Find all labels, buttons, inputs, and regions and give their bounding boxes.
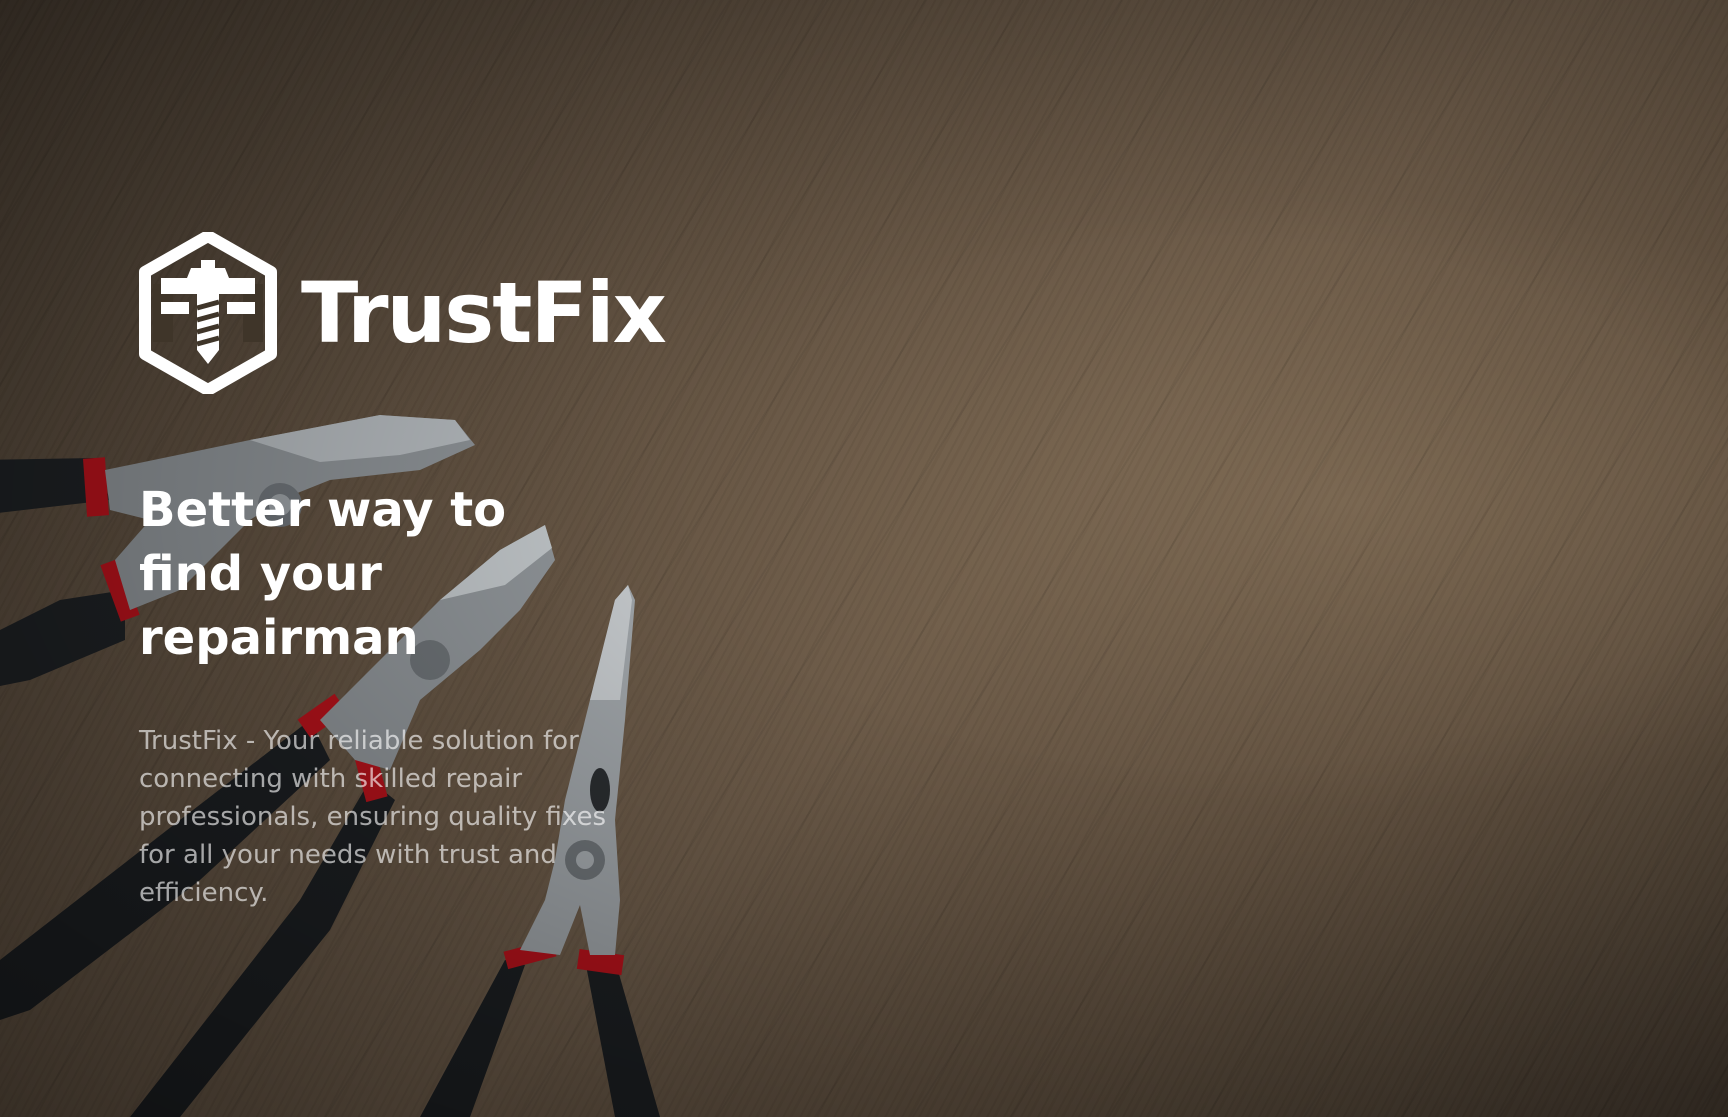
- hero-description: TrustFix - Your reliable solution for co…: [139, 726, 606, 908]
- hero-content: TrustFix Better way to find your repairm…: [139, 232, 667, 912]
- hero-headline: Better way to find your repairman: [139, 482, 507, 666]
- hexagon-screw-icon: [139, 232, 277, 394]
- brand-logo[interactable]: TrustFix: [139, 232, 667, 394]
- hero-background: TrustFix Better way to find your repairm…: [0, 0, 1728, 1117]
- brand-name: TrustFix: [301, 264, 667, 362]
